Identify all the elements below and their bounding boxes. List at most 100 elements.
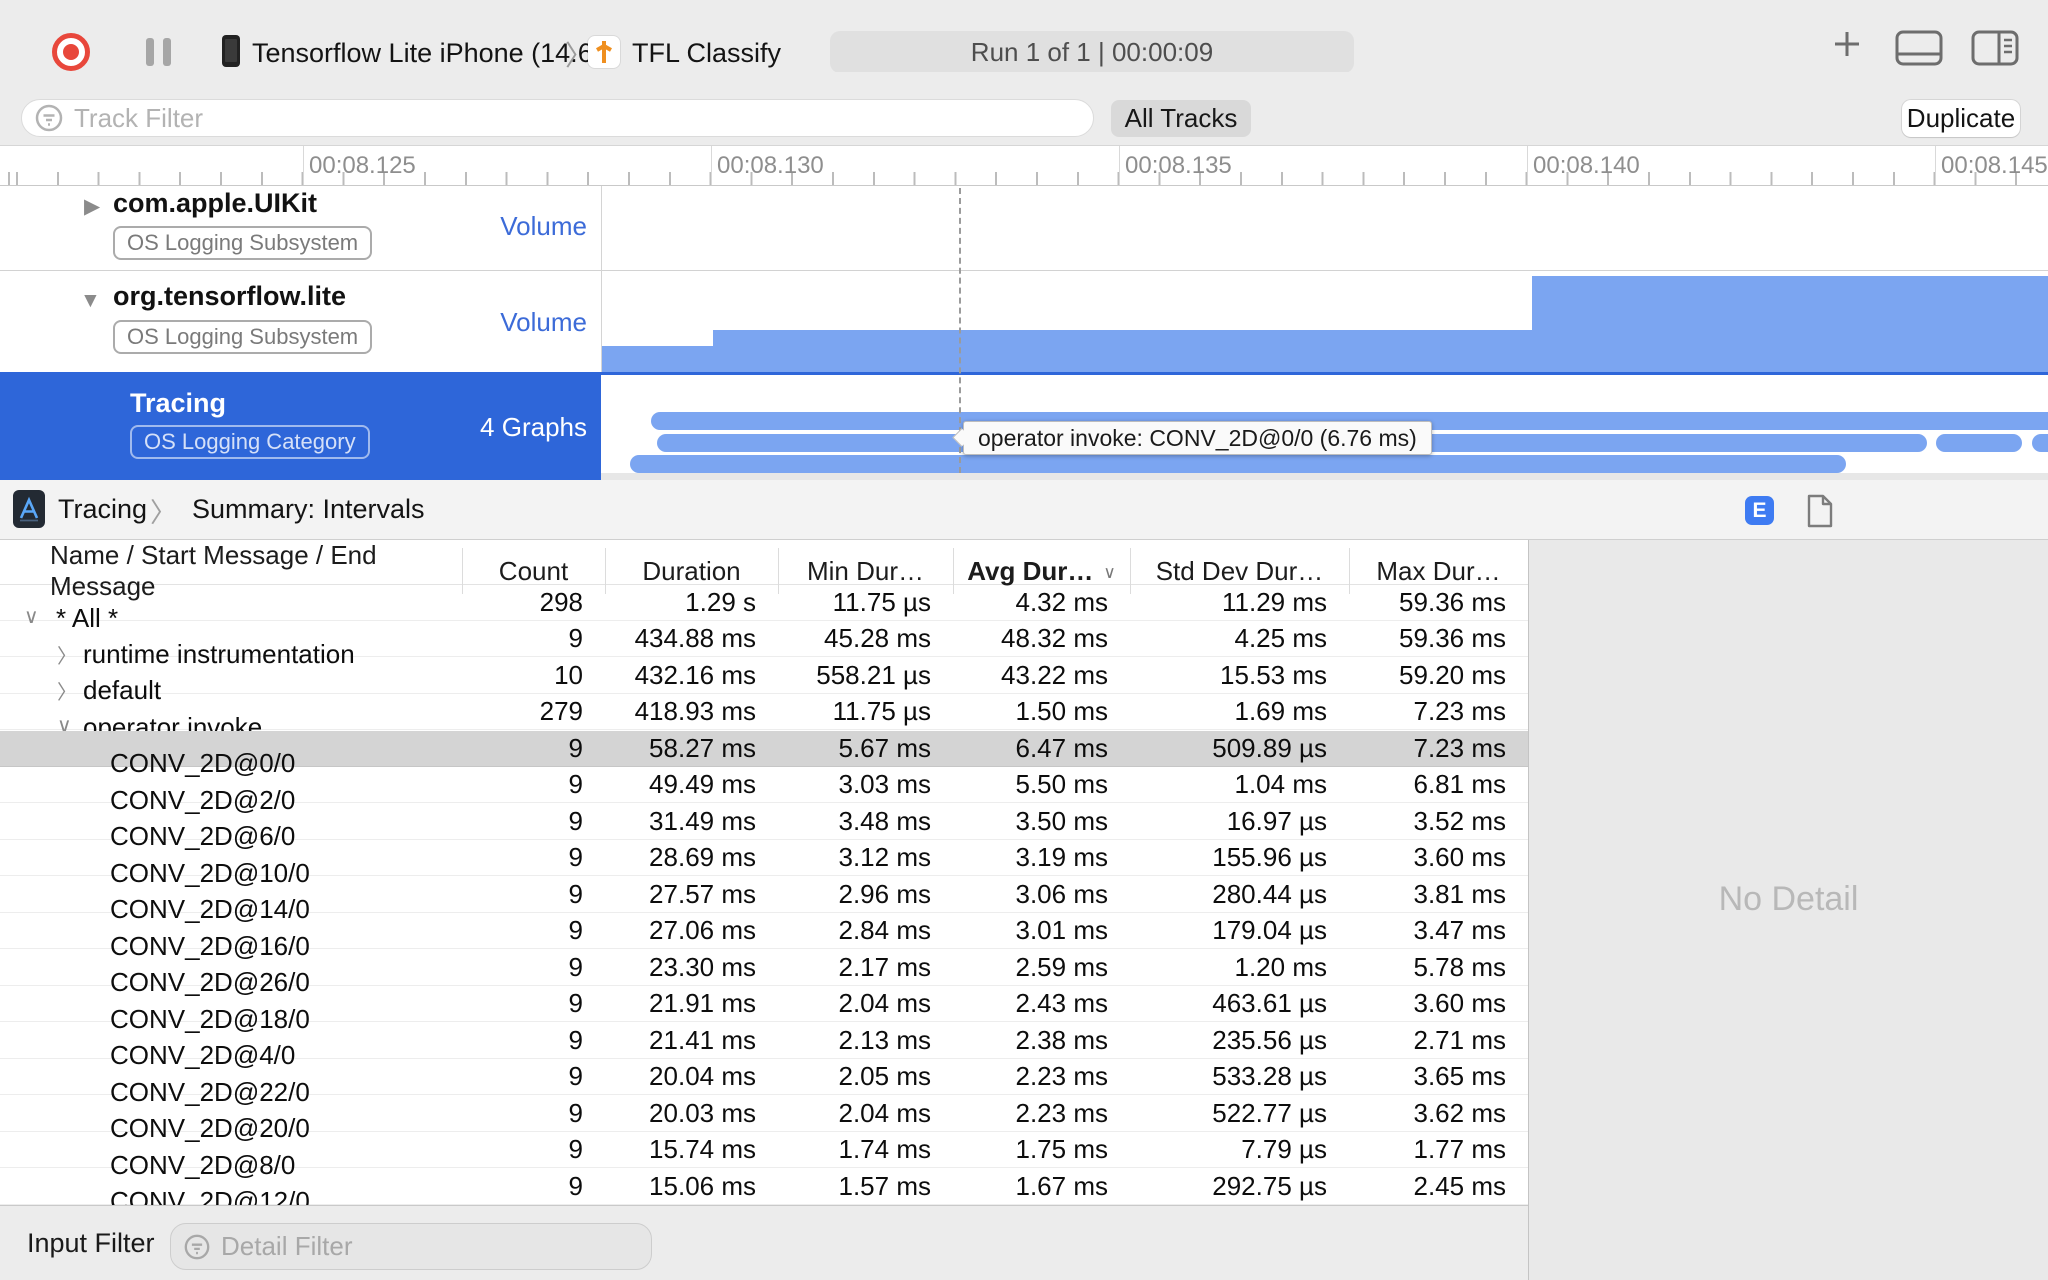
- table-row[interactable]: CONV_2D@10/0 9 28.69 ms 3.12 ms 3.19 ms 155.9…: [0, 840, 1528, 888]
- ruler-time-label: 00:08.145: [1941, 152, 2048, 179]
- table-row[interactable]: CONV_2D@0/0 9 58.27 ms 5.67 ms 6.47 ms 509.89…: [0, 730, 1528, 778]
- volume-step-bar: [1532, 276, 2048, 372]
- row-std-cell: 533.28 µs: [1212, 1061, 1327, 1092]
- row-avg-cell: 3.01 ms: [1015, 915, 1109, 946]
- toggle-bottom-pane-button[interactable]: [1894, 28, 1944, 68]
- track-area: ▶ com.apple.UIKit OS Logging Subsystem V…: [0, 186, 2048, 480]
- column-header-label: Count: [498, 555, 569, 586]
- table-row[interactable]: CONV_2D@6/0 9 31.49 ms 3.48 ms 3.50 ms 16.97 …: [0, 804, 1528, 851]
- table-row[interactable]: CONV_2D@12/0 9 15.06 ms 1.57 ms 1.67 ms 292.7…: [0, 1169, 1528, 1205]
- row-avg-cell: 1.50 ms: [1015, 696, 1109, 727]
- table-row[interactable]: 〉 default 10 432.16 ms 558.21 µs 43.22 ms 15.5…: [0, 658, 1528, 705]
- instruments-window: { "colors":{ "accent_blue":"#3e7bf2", "s…: [0, 0, 2048, 1280]
- bottom-filter-bar: Input Filter Detail Filter: [0, 1205, 1528, 1280]
- process-selector[interactable]: TFL Classify: [632, 38, 781, 69]
- uikit-volume-graph[interactable]: [602, 186, 2048, 270]
- sort-direction-icon: ∨: [1103, 563, 1116, 582]
- disclosure-collapsed-icon[interactable]: ▶: [84, 194, 100, 219]
- tensorflow-arrow-icon: [596, 41, 612, 63]
- table-row[interactable]: CONV_2D@26/0 9 23.30 ms 2.17 ms 2.59 ms 1.20 …: [0, 950, 1528, 997]
- track-separator: [0, 270, 2048, 271]
- row-std-cell: 463.61 µs: [1212, 988, 1327, 1019]
- detail-filter-input[interactable]: Detail Filter: [170, 1223, 652, 1270]
- track-type-badge: OS Logging Category: [130, 425, 370, 459]
- track-meta-label: Volume: [500, 211, 587, 241]
- row-duration-cell: 434.88 ms: [634, 623, 756, 654]
- table-row[interactable]: CONV_2D@4/0 9 21.41 ms 2.13 ms 2.38 ms 235.56…: [0, 1023, 1528, 1070]
- device-target-selector[interactable]: Tensorflow Lite iPhone (14.6): [252, 38, 602, 69]
- row-min-cell: 3.48 ms: [838, 805, 932, 836]
- row-min-cell: 2.04 ms: [838, 988, 932, 1019]
- pause-button[interactable]: [146, 38, 172, 66]
- table-row[interactable]: 〉 runtime instrumentation 9 434.88 ms 45.28 …: [0, 621, 1528, 669]
- row-max-cell: 59.20 ms: [1399, 659, 1506, 690]
- summary-table: Name / Start Message / End Message Count D…: [0, 540, 1528, 1205]
- input-filter-label[interactable]: Input Filter: [27, 1228, 155, 1259]
- row-avg-cell: 43.22 ms: [1001, 659, 1108, 690]
- row-duration-cell: 1.29 s: [685, 587, 756, 617]
- row-min-cell: 1.57 ms: [838, 1170, 932, 1201]
- row-avg-cell: 2.23 ms: [1015, 1061, 1109, 1092]
- table-row[interactable]: CONV_2D@14/0 9 27.57 ms 2.96 ms 3.06 ms 280.4…: [0, 877, 1528, 924]
- duplicate-button[interactable]: Duplicate: [1902, 100, 2020, 137]
- table-row[interactable]: CONV_2D@20/0 9 20.03 ms 2.04 ms 2.23 ms 522.7…: [0, 1096, 1528, 1143]
- row-max-cell: 3.47 ms: [1413, 915, 1507, 946]
- row-max-cell: 6.81 ms: [1413, 769, 1507, 800]
- toggle-inspector-pane-button[interactable]: [1970, 28, 2020, 68]
- row-duration-cell: 27.57 ms: [649, 878, 756, 909]
- no-detail-message: No Detail: [1718, 880, 1859, 918]
- table-row[interactable]: CONV_2D@8/0 9 15.74 ms 1.74 ms 1.75 ms 7.79 µ…: [0, 1132, 1528, 1180]
- track-name-column-divider[interactable]: [601, 186, 602, 372]
- row-avg-cell: 3.50 ms: [1015, 805, 1109, 836]
- row-min-cell: 2.84 ms: [838, 915, 932, 946]
- row-min-cell: 5.67 ms: [838, 732, 932, 763]
- extended-detail-button[interactable]: E: [1745, 496, 1774, 525]
- track-type-badge: OS Logging Subsystem: [113, 226, 373, 260]
- table-row[interactable]: CONV_2D@22/0 9 20.04 ms 2.05 ms 2.23 ms 533.2…: [0, 1059, 1528, 1107]
- column-header-label: Max Dur…: [1376, 555, 1501, 586]
- tensorflow-volume-graph[interactable]: [601, 271, 2048, 372]
- breadcrumb-summary-page[interactable]: Summary: Intervals: [192, 494, 425, 525]
- row-duration-cell: 28.69 ms: [649, 842, 756, 873]
- table-row[interactable]: CONV_2D@2/0 9 49.49 ms 3.03 ms 5.50 ms 1.04 m…: [0, 767, 1528, 815]
- document-inspector-icon[interactable]: [1806, 494, 1834, 528]
- row-max-cell: 3.81 ms: [1413, 878, 1507, 909]
- row-avg-cell: 2.59 ms: [1015, 951, 1109, 982]
- tracing-instrument-icon: [13, 490, 45, 528]
- disclosure-expanded-icon[interactable]: ▼: [80, 289, 101, 313]
- run-status-display: Run 1 of 1 | 00:00:09: [830, 31, 1354, 73]
- detail-breadcrumb-bar: Tracing 〉 Summary: Intervals E: [0, 480, 2048, 540]
- row-max-cell: 59.36 ms: [1399, 623, 1506, 654]
- track-row-uikit[interactable]: ▶ com.apple.UIKit OS Logging Subsystem V…: [0, 186, 601, 270]
- track-filter-input[interactable]: Track Filter: [21, 99, 1094, 137]
- interval-bar[interactable]: [1936, 434, 2022, 452]
- ruler-gridline: [303, 146, 304, 185]
- add-instrument-button[interactable]: [1831, 28, 1863, 60]
- timeline-ruler[interactable]: 00:08.125 00:08.130 00:08.135 00:08.140 00:0…: [0, 146, 2048, 186]
- table-header-row: Name / Start Message / End Message Count D…: [0, 540, 1528, 601]
- row-avg-cell: 2.43 ms: [1015, 988, 1109, 1019]
- interval-bar[interactable]: [2032, 434, 2048, 452]
- table-row[interactable]: ∨ * All * 298 1.29 s 11.75 µs 4.32 ms 11.29 ms…: [0, 585, 1528, 633]
- app-icon: [588, 36, 620, 68]
- row-max-cell: 3.52 ms: [1413, 805, 1507, 836]
- row-count-cell: 9: [568, 1170, 583, 1201]
- track-row-tensorflow[interactable]: ▼ org.tensorflow.lite OS Logging Subsyst…: [0, 271, 601, 372]
- toolbar: Tensorflow Lite iPhone (14.6) 〉 TFL Clas…: [0, 0, 2048, 73]
- row-std-cell: 522.77 µs: [1212, 1097, 1327, 1128]
- all-tracks-button[interactable]: All Tracks: [1111, 100, 1251, 137]
- row-std-cell: 1.69 ms: [1234, 696, 1328, 727]
- row-duration-cell: 31.49 ms: [649, 805, 756, 836]
- breadcrumb-instrument[interactable]: Tracing: [58, 494, 147, 525]
- table-row[interactable]: CONV_2D@18/0 9 21.91 ms 2.04 ms 2.43 ms 463.6…: [0, 986, 1528, 1034]
- table-row[interactable]: CONV_2D@16/0 9 27.06 ms 2.84 ms 3.01 ms 179.0…: [0, 913, 1528, 961]
- record-button[interactable]: [52, 33, 90, 71]
- interval-bar[interactable]: [630, 455, 1846, 473]
- ruler-gridline: [1935, 146, 1936, 185]
- interval-tooltip: operator invoke: CONV_2D@0/0 (6.76 ms): [963, 421, 1432, 455]
- column-header-label: Avg Dur…: [967, 555, 1094, 586]
- table-row[interactable]: ∨ operator invoke 279 418.93 ms 11.75 µs 1.50…: [0, 694, 1528, 742]
- row-count-cell: 9: [568, 1024, 583, 1055]
- track-row-tracing-selected[interactable]: Tracing OS Logging Category 4 Graphs: [0, 372, 601, 480]
- row-avg-cell: 5.50 ms: [1015, 769, 1109, 800]
